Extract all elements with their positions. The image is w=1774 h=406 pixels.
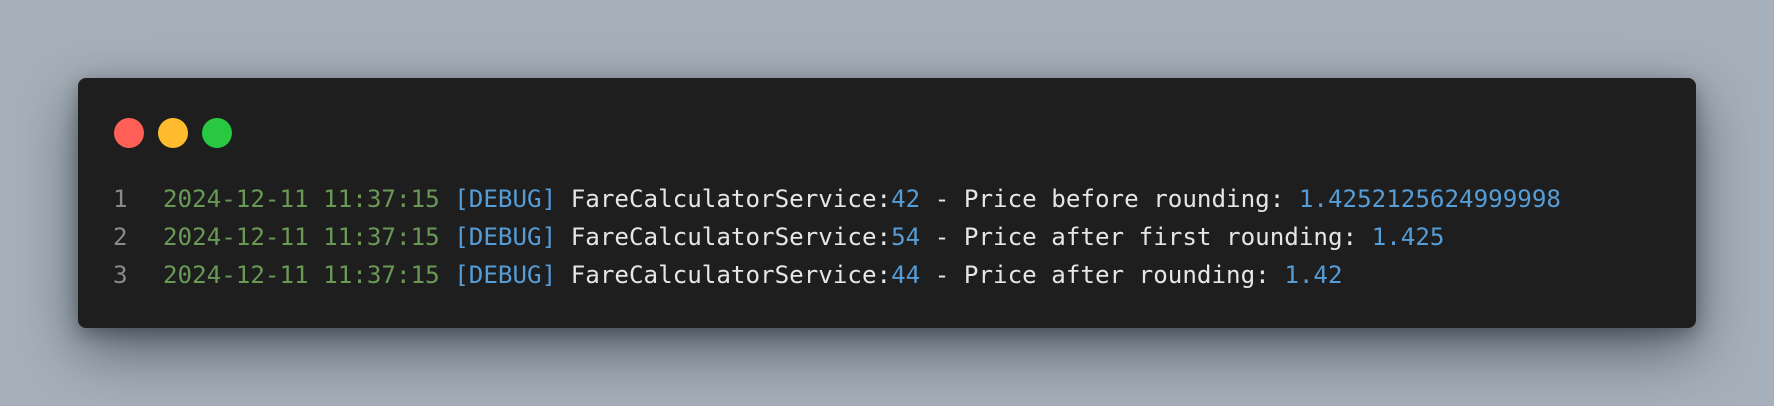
log-message: - Price after rounding:	[920, 261, 1285, 289]
log-timestamp: 2024-12-11 11:37:15	[163, 223, 440, 251]
log-level: [DEBUG]	[454, 261, 557, 289]
maximize-button[interactable]	[202, 118, 232, 148]
line-number: 3	[113, 261, 128, 289]
log-line: 3 2024-12-11 11:37:15 [DEBUG] FareCalcula…	[113, 256, 1676, 294]
log-value: 1.425	[1371, 223, 1445, 251]
log-source-class: FareCalculatorService:	[570, 223, 892, 251]
close-button[interactable]	[114, 118, 144, 148]
log-level: [DEBUG]	[454, 185, 557, 213]
log-timestamp: 2024-12-11 11:37:15	[163, 261, 440, 289]
log-output: 1 2024-12-11 11:37:15 [DEBUG] FareCalcula…	[113, 180, 1676, 294]
log-source-line: 54	[891, 223, 921, 251]
window-controls	[114, 118, 232, 148]
minimize-button[interactable]	[158, 118, 188, 148]
log-value: 1.4252125624999998	[1298, 185, 1561, 213]
log-message: - Price before rounding:	[920, 185, 1299, 213]
log-source-class: FareCalculatorService:	[570, 261, 892, 289]
log-value: 1.42	[1284, 261, 1343, 289]
log-source-line: 42	[891, 185, 921, 213]
log-line: 1 2024-12-11 11:37:15 [DEBUG] FareCalcula…	[113, 180, 1676, 218]
log-source-line: 44	[891, 261, 921, 289]
log-line: 2 2024-12-11 11:37:15 [DEBUG] FareCalcula…	[113, 218, 1676, 256]
code-window: 1 2024-12-11 11:37:15 [DEBUG] FareCalcula…	[78, 78, 1696, 328]
log-source-class: FareCalculatorService:	[570, 185, 892, 213]
line-number: 1	[113, 185, 128, 213]
log-timestamp: 2024-12-11 11:37:15	[163, 185, 440, 213]
log-level: [DEBUG]	[454, 223, 557, 251]
line-number: 2	[113, 223, 128, 251]
log-message: - Price after first rounding:	[920, 223, 1372, 251]
